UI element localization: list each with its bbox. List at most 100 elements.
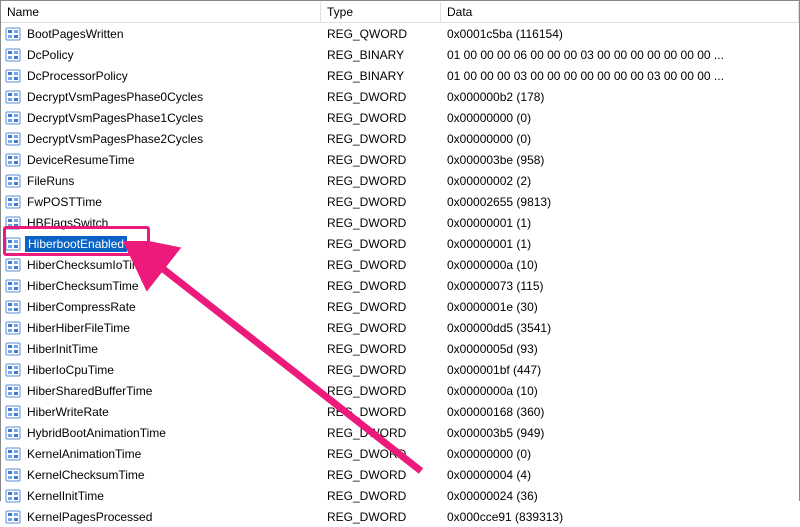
value-type-cell: REG_DWORD — [321, 447, 441, 461]
value-name-text: HiberChecksumTime — [25, 279, 141, 293]
value-name-cell[interactable]: KernelChecksumTime — [1, 467, 321, 483]
registry-value-icon — [5, 215, 21, 231]
value-type-cell: REG_DWORD — [321, 300, 441, 314]
value-type-cell: REG_DWORD — [321, 237, 441, 251]
table-row[interactable]: HiberCompressRateREG_DWORD0x0000001e (30… — [1, 296, 799, 317]
value-name-cell[interactable]: HBFlagsSwitch — [1, 215, 321, 231]
table-row[interactable]: FwPOSTTimeREG_DWORD0x00002655 (9813) — [1, 191, 799, 212]
table-row[interactable]: DeviceResumeTimeREG_DWORD0x000003be (958… — [1, 149, 799, 170]
value-name-text: BootPagesWritten — [25, 27, 126, 41]
registry-value-icon — [5, 173, 21, 189]
table-row[interactable]: HiberInitTimeREG_DWORD0x0000005d (93) — [1, 338, 799, 359]
value-data-cell: 0x0000005d (93) — [441, 342, 799, 356]
table-row[interactable]: DecryptVsmPagesPhase2Cycles REG_DWORD0x00… — [1, 128, 799, 149]
value-data-cell: 0x00000000 (0) — [441, 447, 799, 461]
value-name-text: FileRuns — [25, 174, 76, 188]
value-type-cell: REG_DWORD — [321, 153, 441, 167]
value-name-cell[interactable]: HiberWriteRate — [1, 404, 321, 420]
value-name-cell[interactable]: HybridBootAnimationTime — [1, 425, 321, 441]
column-header-type[interactable]: Type — [321, 2, 441, 22]
registry-value-icon — [5, 152, 21, 168]
value-type-cell: REG_DWORD — [321, 405, 441, 419]
value-type-cell: REG_DWORD — [321, 510, 441, 524]
registry-value-icon — [5, 467, 21, 483]
table-row[interactable]: HiberbootEnabled REG_DWORD0x00000001 (1) — [1, 233, 799, 254]
value-name-text: KernelPagesProcessed — [25, 510, 154, 524]
table-row[interactable]: KernelChecksumTimeREG_DWORD0x00000004 (4… — [1, 464, 799, 485]
column-header-data[interactable]: Data — [441, 2, 799, 22]
value-name-cell[interactable]: HiberSharedBufferTime — [1, 383, 321, 399]
value-name-cell[interactable]: HiberCompressRate — [1, 299, 321, 315]
table-row[interactable]: KernelInitTimeREG_DWORD0x00000024 (36) — [1, 485, 799, 506]
table-row[interactable]: HiberWriteRateREG_DWORD0x00000168 (360) — [1, 401, 799, 422]
value-name-cell[interactable]: DecryptVsmPagesPhase0Cycles — [1, 89, 321, 105]
registry-value-icon — [5, 341, 21, 357]
value-type-cell: REG_DWORD — [321, 132, 441, 146]
value-data-cell: 0x0000000a (10) — [441, 258, 799, 272]
table-row[interactable]: BootPagesWrittenREG_QWORD0x0001c5ba (116… — [1, 23, 799, 44]
table-row[interactable]: KernelPagesProcessed REG_DWORD0x000cce91 … — [1, 506, 799, 527]
table-row[interactable]: HiberChecksumTime REG_DWORD0x00000073 (11… — [1, 275, 799, 296]
value-name-cell[interactable]: KernelAnimationTime — [1, 446, 321, 462]
registry-value-icon — [5, 320, 21, 336]
value-name-cell[interactable]: DeviceResumeTime — [1, 152, 321, 168]
value-name-cell[interactable]: DecryptVsmPagesPhase1Cycles — [1, 110, 321, 126]
value-type-cell: REG_DWORD — [321, 489, 441, 503]
value-data-cell: 0x00000073 (115) — [441, 279, 799, 293]
table-row[interactable]: DcProcessorPolicyREG_BINARY01 00 00 00 0… — [1, 65, 799, 86]
value-name-cell[interactable]: KernelPagesProcessed — [1, 509, 321, 525]
value-data-cell: 0x000cce91 (839313) — [441, 510, 799, 524]
value-type-cell: REG_DWORD — [321, 111, 441, 125]
table-row[interactable]: DecryptVsmPagesPhase0CyclesREG_DWORD0x00… — [1, 86, 799, 107]
value-data-cell: 0x000001bf (447) — [441, 363, 799, 377]
table-row[interactable]: HybridBootAnimationTimeREG_DWORD0x000003… — [1, 422, 799, 443]
value-name-cell[interactable]: FwPOSTTime — [1, 194, 321, 210]
table-row[interactable]: FileRunsREG_DWORD0x00000002 (2) — [1, 170, 799, 191]
value-type-cell: REG_BINARY — [321, 69, 441, 83]
value-data-cell: 0x00000001 (1) — [441, 216, 799, 230]
table-row[interactable]: HiberSharedBufferTimeREG_DWORD0x0000000a… — [1, 380, 799, 401]
registry-value-icon — [5, 236, 21, 252]
table-row[interactable]: DecryptVsmPagesPhase1CyclesREG_DWORD0x00… — [1, 107, 799, 128]
value-type-cell: REG_DWORD — [321, 279, 441, 293]
value-name-cell[interactable]: HiberInitTime — [1, 341, 321, 357]
value-data-cell: 0x000000b2 (178) — [441, 90, 799, 104]
value-type-cell: REG_DWORD — [321, 258, 441, 272]
value-name-text: HybridBootAnimationTime — [25, 426, 168, 440]
value-name-cell[interactable]: HiberChecksumTime — [1, 278, 321, 294]
value-name-cell[interactable]: HiberIoCpuTime — [1, 362, 321, 378]
value-name-text: DecryptVsmPagesPhase2Cycles — [25, 132, 205, 146]
value-name-cell[interactable]: HiberChecksumIoTime — [1, 257, 321, 273]
table-row[interactable]: HiberHiberFileTimeREG_DWORD0x00000dd5 (3… — [1, 317, 799, 338]
value-name-cell[interactable]: DcProcessorPolicy — [1, 68, 321, 84]
table-row[interactable]: HiberIoCpuTimeREG_DWORD0x000001bf (447) — [1, 359, 799, 380]
value-name-cell[interactable]: DecryptVsmPagesPhase2Cycles — [1, 131, 321, 147]
registry-value-icon — [5, 362, 21, 378]
registry-value-icon — [5, 194, 21, 210]
value-data-cell: 0x00002655 (9813) — [441, 195, 799, 209]
value-name-cell[interactable]: FileRuns — [1, 173, 321, 189]
value-name-cell[interactable]: HiberHiberFileTime — [1, 320, 321, 336]
table-row[interactable]: HBFlagsSwitchREG_DWORD0x00000001 (1) — [1, 212, 799, 233]
value-name-text: HiberbootEnabled — [25, 236, 127, 252]
table-row[interactable]: HiberChecksumIoTimeREG_DWORD0x0000000a (… — [1, 254, 799, 275]
value-name-text: HiberInitTime — [25, 342, 100, 356]
value-name-text: KernelChecksumTime — [25, 468, 147, 482]
value-name-text: HiberWriteRate — [25, 405, 111, 419]
value-type-cell: REG_DWORD — [321, 174, 441, 188]
value-name-text: HBFlagsSwitch — [25, 216, 110, 230]
table-row[interactable]: KernelAnimationTimeREG_DWORD0x00000000 (… — [1, 443, 799, 464]
value-name-cell[interactable]: KernelInitTime — [1, 488, 321, 504]
value-data-cell: 0x00000001 (1) — [441, 237, 799, 251]
value-name-cell[interactable]: DcPolicy — [1, 47, 321, 63]
value-data-cell: 0x00000000 (0) — [441, 111, 799, 125]
value-data-cell: 0x00000000 (0) — [441, 132, 799, 146]
value-name-text: HiberCompressRate — [25, 300, 138, 314]
value-data-cell: 0x000003be (958) — [441, 153, 799, 167]
table-row[interactable]: DcPolicyREG_BINARY01 00 00 00 06 00 00 0… — [1, 44, 799, 65]
registry-value-icon — [5, 131, 21, 147]
value-name-cell[interactable]: BootPagesWritten — [1, 26, 321, 42]
column-header-name[interactable]: Name — [1, 2, 321, 22]
value-type-cell: REG_DWORD — [321, 90, 441, 104]
value-name-cell[interactable]: HiberbootEnabled — [1, 236, 321, 252]
